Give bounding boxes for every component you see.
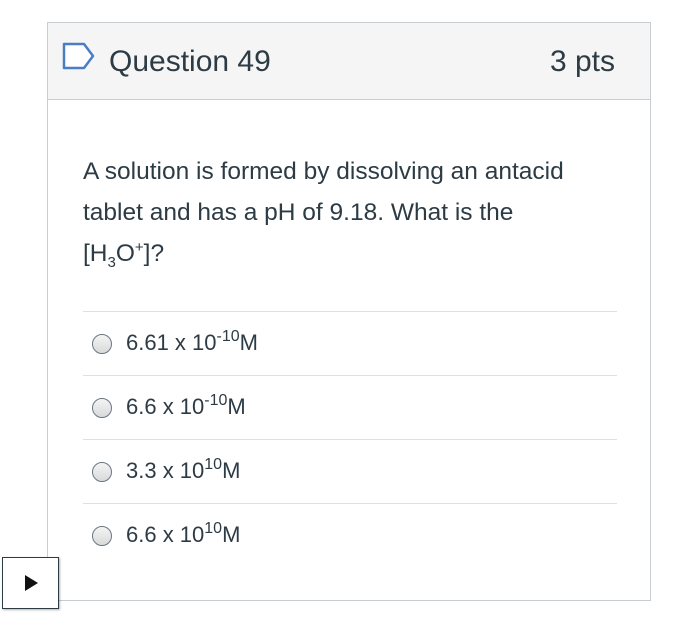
question-title: Question 49 xyxy=(109,45,271,78)
question-points: 3 pts xyxy=(549,45,615,78)
answer-label[interactable]: 6.6 x 1010M xyxy=(126,519,240,551)
answer-label[interactable]: 6.61 x 10-10M xyxy=(126,327,258,359)
answer-list: 6.61 x 10-10M 6.6 x 10-10M 3.3 x 1010M 6… xyxy=(83,311,617,567)
radio-button[interactable] xyxy=(92,462,112,482)
radio-button[interactable] xyxy=(92,334,112,354)
radio-button[interactable] xyxy=(92,526,112,546)
answer-option[interactable]: 3.3 x 1010M xyxy=(83,439,617,503)
radio-button[interactable] xyxy=(92,398,112,418)
question-card: Question 49 3 pts A solution is formed b… xyxy=(47,22,651,601)
question-text-line: tablet and has a pH of 9.18. What is the xyxy=(83,199,514,226)
question-header: Question 49 3 pts xyxy=(48,23,650,100)
answer-option[interactable]: 6.6 x 10-10M xyxy=(83,375,617,439)
bookmark-flag-icon[interactable] xyxy=(62,42,96,70)
question-text-line: A solution is formed by dissolving an an… xyxy=(83,158,564,185)
question-text-line: [H3O+]? xyxy=(83,238,165,271)
question-text: A solution is formed by dissolving an an… xyxy=(83,151,623,274)
answer-label[interactable]: 6.6 x 10-10M xyxy=(126,391,246,423)
play-button[interactable] xyxy=(2,557,59,609)
answer-label[interactable]: 3.3 x 1010M xyxy=(126,455,240,487)
play-icon xyxy=(25,575,38,591)
answer-option[interactable]: 6.6 x 1010M xyxy=(83,503,617,567)
answer-option[interactable]: 6.61 x 10-10M xyxy=(83,311,617,375)
